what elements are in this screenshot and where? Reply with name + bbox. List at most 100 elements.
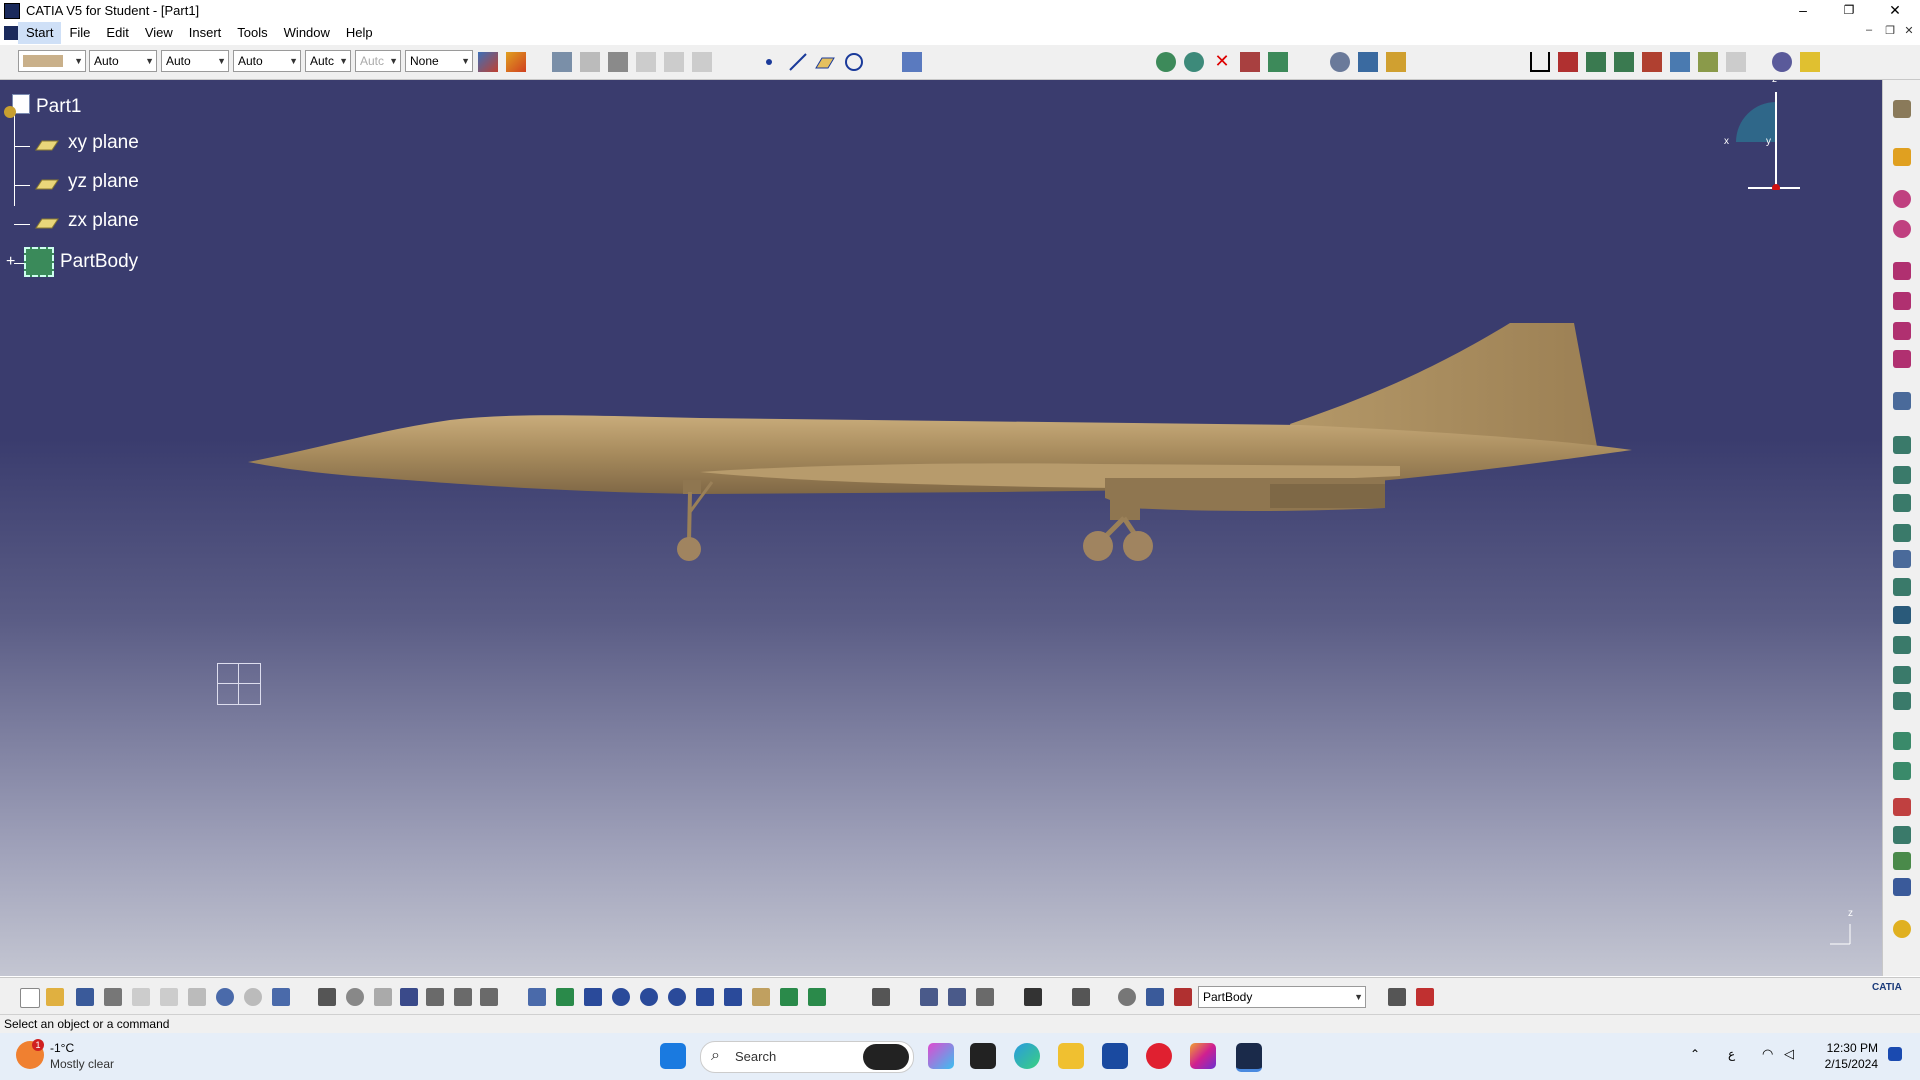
pattern-icon[interactable] (1893, 852, 1911, 870)
line-icon[interactable] (788, 52, 808, 72)
file-explorer-icon[interactable] (1058, 1043, 1084, 1069)
copy-icon[interactable] (160, 988, 178, 1006)
measure-inertia-icon[interactable] (976, 988, 994, 1006)
multi-section-icon[interactable] (1893, 392, 1911, 410)
notification-bell-icon[interactable] (1888, 1047, 1902, 1061)
catia-taskbar-icon[interactable] (1236, 1043, 1262, 1072)
magnet-icon[interactable] (1530, 52, 1550, 72)
mdi-restore-button[interactable]: ❐ (1881, 24, 1899, 37)
dimension-icon[interactable] (1146, 988, 1164, 1006)
line-type-combo[interactable]: Auto ▼ (233, 50, 301, 72)
line-thickness-combo[interactable]: Auto ▼ (161, 50, 229, 72)
measure-item-icon[interactable] (948, 988, 966, 1006)
pan-icon[interactable] (584, 988, 602, 1006)
thickness-icon[interactable] (1893, 550, 1911, 568)
hand-icon[interactable] (664, 52, 684, 72)
fly-mode-icon[interactable] (528, 988, 546, 1006)
help-icon[interactable] (692, 52, 712, 72)
thick-surface-icon[interactable] (1893, 636, 1911, 654)
axis-system-icon[interactable] (902, 52, 922, 72)
whats-this-icon[interactable] (272, 988, 290, 1006)
menu-edit[interactable]: Edit (98, 22, 136, 44)
layer-combo[interactable]: None ▼ (405, 50, 473, 72)
analysis-icon[interactable] (1174, 988, 1192, 1006)
mirror-icon[interactable] (1893, 826, 1911, 844)
start-icon[interactable] (4, 26, 18, 40)
catalog-icon[interactable] (1800, 52, 1820, 72)
define-work-object-icon[interactable] (1416, 988, 1434, 1006)
comment-icon[interactable] (346, 988, 364, 1006)
pocket-icon[interactable] (1184, 52, 1204, 72)
opera-icon[interactable] (1146, 1043, 1172, 1069)
3d-viewport[interactable]: Part1 xy plane yz plane zx plane + PartB… (0, 80, 1882, 976)
task-view-icon[interactable] (970, 1043, 996, 1069)
hole-icon[interactable] (1893, 322, 1911, 340)
formula-icon[interactable] (318, 988, 336, 1006)
taskbar-search-box[interactable]: ⌕ Search (700, 1041, 914, 1073)
analysis-icon[interactable] (1386, 52, 1406, 72)
constraint-icon[interactable] (1118, 988, 1136, 1006)
edge-icon[interactable] (1014, 1043, 1040, 1069)
thread-icon[interactable] (1893, 578, 1911, 596)
grid-icon[interactable] (1072, 988, 1090, 1006)
paste-icon[interactable] (188, 988, 206, 1006)
shading-mode-icon[interactable] (752, 988, 770, 1006)
translation-icon[interactable] (1893, 732, 1911, 750)
measure-icon[interactable] (1358, 52, 1378, 72)
menu-file[interactable]: File (61, 22, 98, 44)
mdi-close-button[interactable]: ✕ (1900, 24, 1918, 37)
delete-icon[interactable]: ✕ (1212, 52, 1232, 72)
scene-icon[interactable] (1670, 52, 1690, 72)
restore-button[interactable]: ❐ (1826, 0, 1872, 21)
chevron-up-icon[interactable]: ⌃ (1690, 1047, 1700, 1061)
sketch-icon[interactable] (580, 52, 600, 72)
swap-space-icon[interactable] (808, 988, 826, 1006)
copilot-icon[interactable] (928, 1043, 954, 1069)
knowledge-icon[interactable] (1772, 52, 1792, 72)
compass[interactable]: z x y (1720, 80, 1820, 192)
quick-view-icon[interactable] (724, 988, 742, 1006)
rule-icon[interactable] (374, 988, 392, 1006)
close-surface-icon[interactable] (1893, 666, 1911, 684)
menu-start[interactable]: Start (18, 22, 62, 44)
undo-icon[interactable] (216, 988, 234, 1006)
clock-time[interactable]: 12:30 PM (1818, 1041, 1878, 1055)
rotate-icon[interactable] (612, 988, 630, 1006)
pad-icon[interactable] (1893, 190, 1911, 208)
boolean-icon[interactable] (1893, 920, 1911, 938)
fit-all-icon[interactable] (556, 988, 574, 1006)
sketcher-icon[interactable] (1893, 100, 1911, 118)
menu-insert[interactable]: Insert (181, 22, 230, 44)
sew-surface-icon[interactable] (1893, 692, 1911, 710)
normal-view-icon[interactable] (696, 988, 714, 1006)
draft-icon[interactable] (1893, 494, 1911, 512)
minimize-button[interactable]: – (1780, 0, 1826, 21)
windows-start-icon[interactable] (660, 1043, 686, 1069)
select-icon[interactable] (1893, 148, 1911, 166)
save-icon[interactable] (76, 988, 94, 1006)
open-icon[interactable] (46, 988, 64, 1006)
wireframe-icon[interactable] (1614, 52, 1634, 72)
catia-app-icon[interactable] (4, 2, 20, 19)
volume-icon[interactable]: ◁ (1784, 1046, 1794, 1062)
wifi-icon[interactable]: ◠ (1762, 1046, 1773, 1062)
brush-icon[interactable] (506, 52, 526, 72)
zoom-out-icon[interactable] (668, 988, 686, 1006)
painter-icon[interactable] (478, 52, 498, 72)
point-icon[interactable] (766, 59, 772, 65)
tree-icon[interactable] (426, 988, 444, 1006)
shell-icon[interactable] (1893, 524, 1911, 542)
mdi-minimize-button[interactable]: – (1860, 24, 1878, 36)
color-combo[interactable]: ▼ (18, 50, 86, 72)
symmetry-icon[interactable] (1893, 798, 1911, 816)
circle-icon[interactable] (844, 52, 864, 72)
texture-icon[interactable] (1726, 52, 1746, 72)
scaling-icon[interactable] (1893, 878, 1911, 896)
update-icon[interactable] (1330, 52, 1350, 72)
material-icon[interactable] (1642, 52, 1662, 72)
lights-icon[interactable] (1698, 52, 1718, 72)
instagram-icon[interactable] (1190, 1043, 1216, 1069)
library-icon[interactable] (454, 988, 472, 1006)
plane-icon[interactable] (814, 52, 835, 72)
language-indicator[interactable]: ع (1728, 1047, 1735, 1061)
